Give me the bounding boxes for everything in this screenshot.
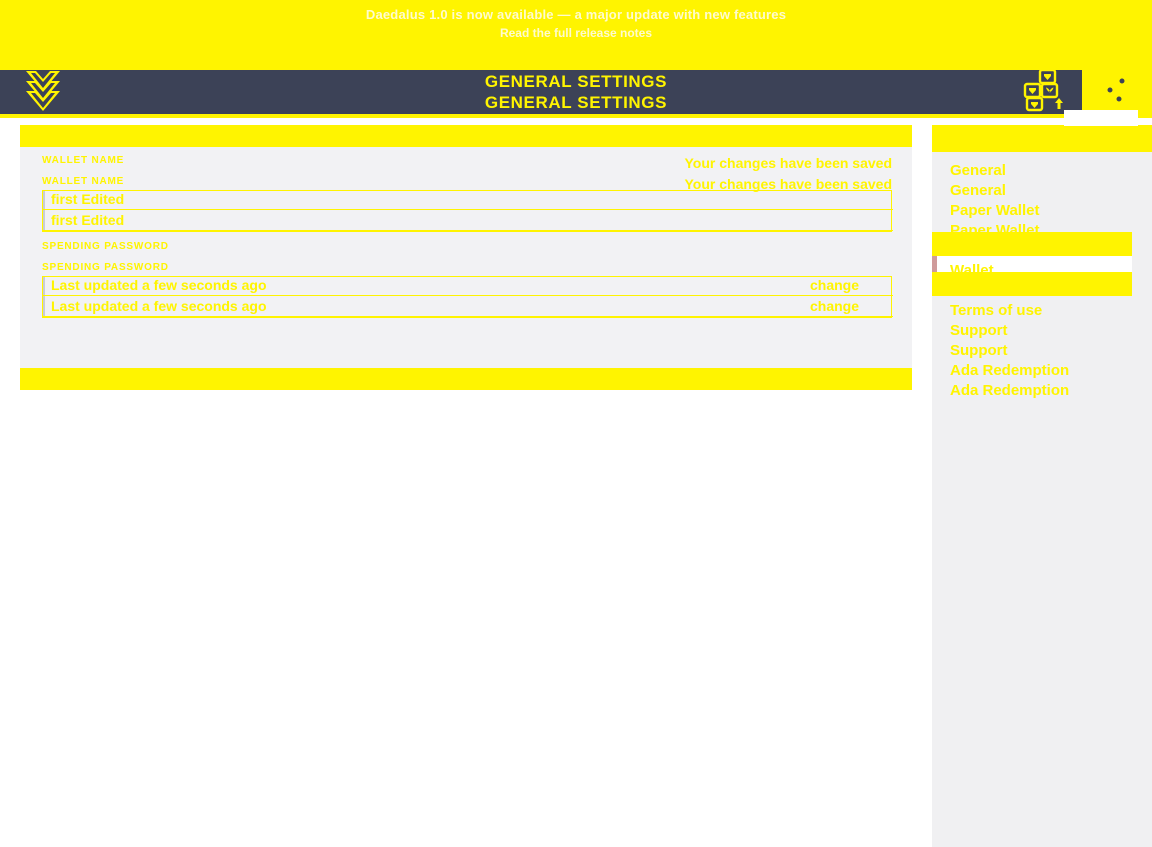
content-accent-strip-top — [20, 125, 912, 147]
news-feed-banner[interactable]: Daedalus 1.0 is now available — a major … — [0, 0, 1152, 70]
sidebar-item-paper-wallet-ghost[interactable]: Paper Wallet — [932, 221, 1132, 241]
wallet-name-saved-message: Your changes have been saved — [684, 155, 893, 171]
spending-password-value: Last updated a few seconds ago — [51, 277, 267, 293]
sidebar-item-label: General — [950, 162, 1006, 179]
news-banner-headline: Daedalus 1.0 is now available — a major … — [365, 7, 787, 22]
spending-password-field-group: Spending password — [42, 240, 892, 254]
sidebar-item-label: Paper Wallet — [950, 202, 1040, 219]
wallet-name-input-caret — [43, 191, 45, 231]
spending-password-row[interactable]: Last updated a few seconds ago change La… — [42, 276, 893, 318]
sidebar-item-ada-redemption-ghost[interactable]: Ada Redemption — [932, 381, 1132, 401]
spending-password-caret — [43, 277, 45, 317]
wallet-name-input-underline-ghost — [43, 230, 893, 231]
sidebar-item-label: Paper Wallet — [950, 222, 1040, 239]
sidebar-item-general-ghost[interactable]: General — [932, 181, 1132, 201]
sidebar-item-general[interactable]: General — [932, 161, 1132, 181]
spending-password-label-ghost: Spending password — [42, 262, 169, 273]
sidebar-notch — [1064, 110, 1138, 126]
sidebar-item-wallet[interactable]: Wallet — [932, 241, 1132, 261]
wallet-name-input[interactable]: first Edited first Edited — [42, 190, 893, 232]
sidebar-item-label: Wallet — [950, 242, 994, 259]
sidebar-item-support-ghost[interactable]: Support — [932, 341, 1132, 361]
spending-password-value-ghost: Last updated a few seconds ago — [51, 298, 267, 314]
sidebar-item-paper-wallet[interactable]: Paper Wallet — [932, 201, 1132, 221]
sidebar-item-label: Terms of use — [950, 302, 1043, 319]
topbar-title-group: General Settings General Settings — [0, 66, 1152, 118]
sidebar-item-terms-of-use[interactable]: Terms of use — [932, 281, 1132, 301]
sidebar-item-label: Support — [950, 342, 1008, 359]
wallet-name-input-value: first Edited — [51, 191, 125, 207]
spending-password-change-link-ghost[interactable]: change — [810, 297, 859, 315]
sidebar-item-label: Ada Redemption — [950, 362, 1070, 379]
sidebar-item-label: Wallet — [950, 262, 994, 279]
settings-sliders-icon — [1097, 70, 1137, 115]
content-accent-strip-bottom — [20, 368, 912, 390]
wallet-name-input-underline — [43, 209, 893, 210]
sidebar-item-wallet-ghost[interactable]: Wallet — [932, 261, 1132, 281]
wallet-name-input-value-ghost: first Edited — [51, 212, 125, 228]
sidebar-item-support[interactable]: Support — [932, 321, 1132, 341]
sidebar-item-ada-redemption[interactable]: Ada Redemption — [932, 361, 1132, 381]
sidebar-item-label: General — [950, 182, 1006, 199]
sidebar-item-label: Terms of use — [950, 282, 1043, 299]
page-title: General Settings — [484, 72, 668, 91]
wallet-name-field-group: Wallet name Your changes have been saved — [42, 154, 892, 171]
spending-password-underline-ghost — [43, 316, 893, 317]
spending-password-change-link[interactable]: change — [810, 276, 859, 294]
spending-password-field-group-ghost: Spending password — [42, 261, 892, 275]
top-navigation-bar: General Settings General Settings — [0, 66, 1152, 118]
wallet-name-field-group-ghost: Wallet name Your changes have been saved — [42, 175, 892, 192]
spending-password-underline — [43, 295, 893, 296]
sidebar-item-terms-of-use-ghost[interactable]: Terms of use — [932, 301, 1132, 321]
news-banner-subtext: Read the full release notes — [499, 26, 653, 40]
sidebar-item-label: Ada Redemption — [950, 382, 1070, 399]
sidebar-accent-strip-top — [932, 125, 1152, 152]
page-title-ghost: General Settings — [484, 93, 668, 112]
spending-password-label: Spending password — [42, 241, 169, 252]
sidebar-item-label: Support — [950, 322, 1008, 339]
